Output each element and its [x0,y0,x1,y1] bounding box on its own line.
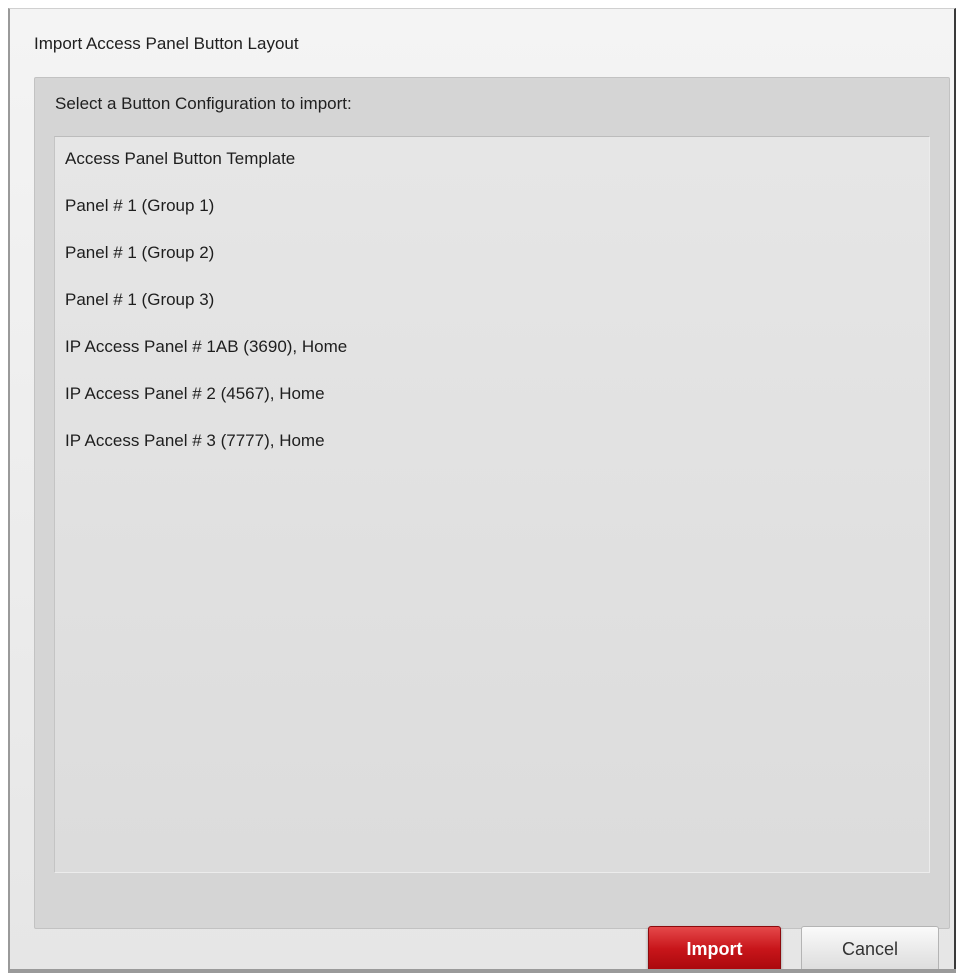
list-item[interactable]: IP Access Panel # 2 (4567), Home [65,384,325,404]
dialog-title: Import Access Panel Button Layout [34,34,299,53]
list-item[interactable]: IP Access Panel # 1AB (3690), Home [65,337,347,357]
list-item[interactable]: Access Panel Button Template [65,149,295,169]
list-item[interactable]: Panel # 1 (Group 3) [65,290,214,310]
configuration-listbox[interactable]: Access Panel Button Template Panel # 1 (… [54,136,930,873]
list-item[interactable]: IP Access Panel # 3 (7777), Home [65,431,325,451]
import-dialog: Import Access Panel Button Layout Select… [8,8,956,973]
configuration-group: Select a Button Configuration to import:… [34,77,950,929]
list-item[interactable]: Panel # 1 (Group 1) [65,196,214,216]
cancel-button[interactable]: Cancel [801,926,939,972]
select-configuration-label: Select a Button Configuration to import: [55,94,352,113]
import-button[interactable]: Import [648,926,781,972]
list-item[interactable]: Panel # 1 (Group 2) [65,243,214,263]
dialog-bottom-border [8,969,956,973]
